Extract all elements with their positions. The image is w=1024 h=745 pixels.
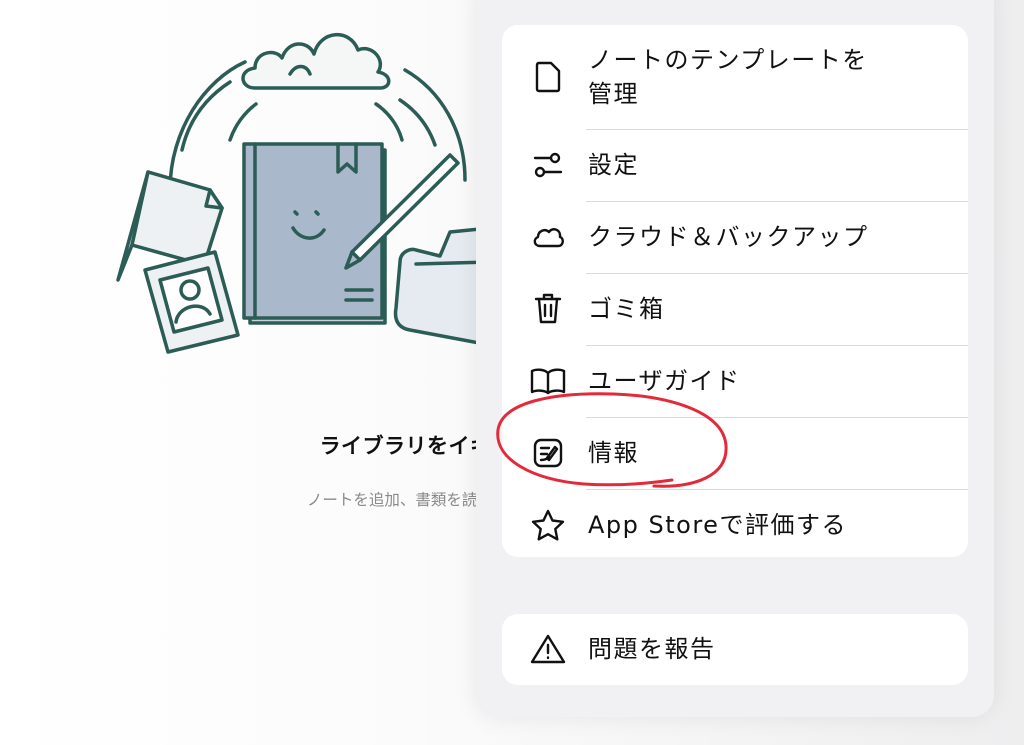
menu-item-rate-app-store[interactable]: App Storeで評価する — [502, 490, 968, 561]
menu-card-report: 問題を報告 — [502, 614, 968, 685]
menu-item-label: ゴミ箱 — [588, 295, 665, 323]
menu-item-report-problem[interactable]: 問題を報告 — [502, 614, 968, 685]
menu-item-label: App Storeで評価する — [588, 511, 847, 539]
menu-item-label: 問題を報告 — [588, 635, 716, 663]
document-icon — [528, 57, 568, 97]
star-icon — [528, 505, 568, 545]
warning-icon — [528, 629, 568, 669]
menu-item-label: ユーザガイド — [588, 367, 741, 395]
menu-item-label: クラウド＆バックアップ — [588, 223, 869, 251]
trash-icon — [528, 289, 568, 329]
menu-popover: ノートのテンプレートを 管理 設定 クラウド＆バックアップ ゴミ箱 ユーザガイド… — [476, 0, 994, 717]
empty-library-illustration — [116, 32, 490, 354]
settings-sliders-icon — [528, 145, 568, 185]
menu-item-label: 情報 — [588, 439, 639, 467]
book-icon — [528, 361, 568, 401]
menu-item-trash[interactable]: ゴミ箱 — [502, 274, 968, 345]
menu-card-main: ノートのテンプレートを 管理 設定 クラウド＆バックアップ ゴミ箱 ユーザガイド… — [502, 25, 968, 557]
menu-item-info[interactable]: 情報 — [502, 418, 968, 489]
menu-item-label: ノートのテンプレートを 管理 — [588, 46, 868, 108]
menu-item-settings[interactable]: 設定 — [502, 130, 968, 201]
menu-item-user-guide[interactable]: ユーザガイド — [502, 346, 968, 417]
menu-item-label: 設定 — [588, 151, 639, 179]
cloud-icon — [528, 217, 568, 257]
menu-item-manage-templates[interactable]: ノートのテンプレートを 管理 — [502, 25, 968, 129]
menu-item-cloud-backup[interactable]: クラウド＆バックアップ — [502, 202, 968, 273]
app-info-icon — [528, 433, 568, 473]
